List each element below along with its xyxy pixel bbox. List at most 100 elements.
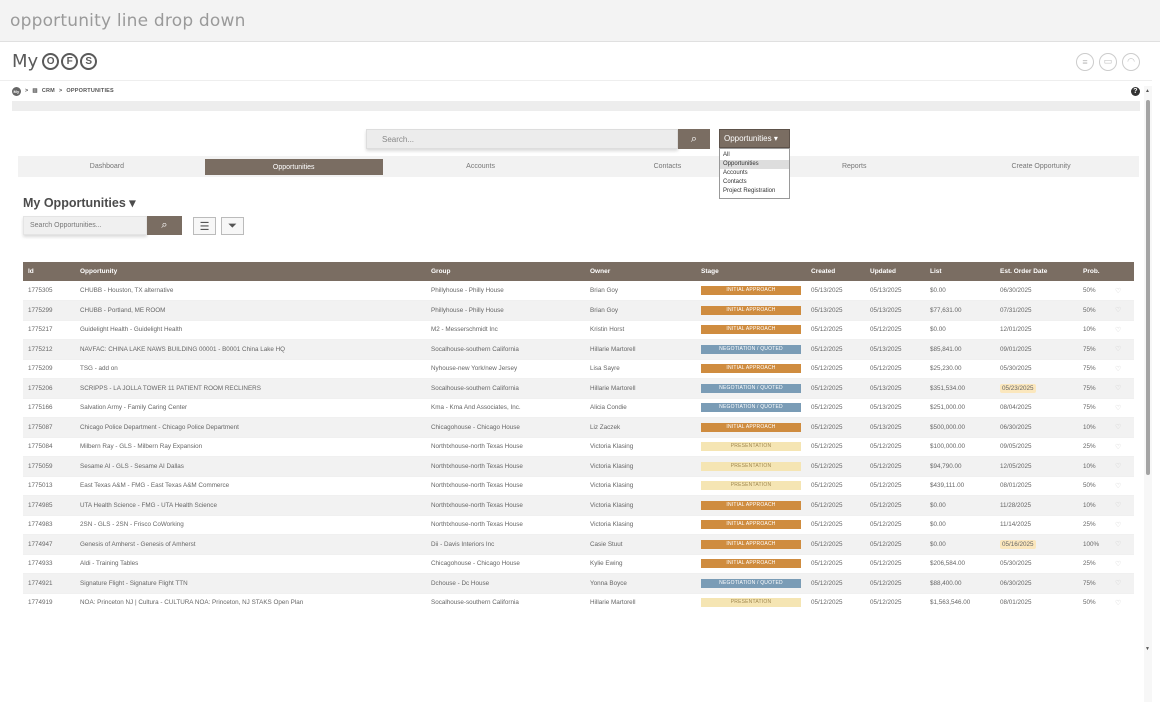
scope-option[interactable]: Project Registration bbox=[720, 187, 789, 196]
heart-icon[interactable]: ♡ bbox=[1115, 444, 1121, 451]
tab-dashboard[interactable]: Dashboard bbox=[18, 156, 196, 177]
heart-icon[interactable]: ♡ bbox=[1115, 580, 1121, 587]
heart-icon[interactable]: ♡ bbox=[1115, 346, 1121, 353]
table-row[interactable]: 1775206 SCRIPPS - LA JOLLA TOWER 11 PATIE… bbox=[23, 378, 1134, 399]
table-row[interactable]: 1775212 NAVFAC: CHINA LAKE NAWS BUILDING … bbox=[23, 339, 1134, 360]
cell-est-order-date: 06/30/2025 bbox=[995, 417, 1078, 438]
list-view-button[interactable]: ☰ bbox=[193, 217, 216, 235]
stage-badge: INITIAL APPROACH bbox=[701, 286, 801, 295]
tab-create-opportunity[interactable]: Create Opportunity bbox=[952, 156, 1130, 177]
col-opportunity[interactable]: Opportunity bbox=[75, 262, 426, 281]
heart-icon[interactable]: ♡ bbox=[1115, 522, 1121, 529]
filter-button[interactable]: ⏷ bbox=[221, 217, 244, 235]
col-prob[interactable]: Prob. bbox=[1078, 262, 1110, 281]
table-row[interactable]: 1774985 UTA Health Science - FMG - UTA He… bbox=[23, 495, 1134, 516]
heart-icon[interactable]: ♡ bbox=[1115, 600, 1121, 607]
cell-updated: 05/12/2025 bbox=[865, 495, 925, 516]
est-order-date: 09/05/2025 bbox=[1000, 443, 1032, 451]
myofs-logo[interactable]: My O F S bbox=[12, 51, 98, 72]
breadcrumb-crm[interactable]: CRM bbox=[42, 88, 55, 94]
cell-favorite: ♡ bbox=[1110, 359, 1134, 379]
heart-icon[interactable]: ♡ bbox=[1115, 483, 1121, 490]
scope-option[interactable]: Contacts bbox=[720, 178, 789, 187]
section-title-text: My Opportunities bbox=[23, 196, 126, 210]
chat-icon[interactable]: ▭ bbox=[1099, 52, 1117, 71]
help-icon[interactable]: ? bbox=[1131, 86, 1140, 96]
col-est-order-date[interactable]: Est. Order Date bbox=[995, 262, 1078, 281]
section-title[interactable]: My Opportunities ▾ bbox=[23, 195, 136, 210]
table-row[interactable]: 1774919 NOA: Princeton NJ | Cultura - CUL… bbox=[23, 593, 1134, 609]
tab-reports[interactable]: Reports bbox=[765, 156, 943, 177]
cell-created: 05/12/2025 bbox=[806, 593, 865, 609]
table-row[interactable]: 1775209 TSG - add on Nyhouse-new York/new … bbox=[23, 359, 1134, 379]
heart-icon[interactable]: ♡ bbox=[1115, 366, 1121, 373]
table-row[interactable]: 1775299 CHUBB - Portland, ME ROOM Phillyho… bbox=[23, 300, 1134, 321]
cell-owner: Alicia Condie bbox=[585, 398, 696, 418]
cell-opportunity: Genesis of Amherst - Genesis of Amherst bbox=[75, 534, 426, 555]
table-row[interactable]: 1775217 Guidelight Health - Guidelight He… bbox=[23, 320, 1134, 340]
heart-icon[interactable]: ♡ bbox=[1115, 424, 1121, 431]
heart-icon[interactable]: ♡ bbox=[1115, 561, 1121, 568]
est-order-date: 05/30/2025 bbox=[1000, 560, 1032, 568]
cell-group: M2 - Messerschmidt Inc bbox=[426, 320, 585, 340]
heart-icon[interactable]: ♡ bbox=[1115, 288, 1121, 295]
cell-group: Socalhouse-southern California bbox=[426, 378, 585, 399]
table-row[interactable]: 1774933 Aldi - Training Tables Chicagohous… bbox=[23, 554, 1134, 574]
table-row[interactable]: 1775305 CHUBB - Houston, TX alternative Ph… bbox=[23, 281, 1134, 301]
heart-icon[interactable]: ♡ bbox=[1115, 502, 1121, 509]
scrollbar-thumb[interactable] bbox=[1146, 100, 1150, 475]
table-row[interactable]: 1774947 Genesis of Amherst - Genesis of A… bbox=[23, 534, 1134, 555]
search-scope-select[interactable]: Opportunities ▾ bbox=[719, 129, 790, 148]
scroll-up-icon[interactable]: ▲ bbox=[1145, 88, 1150, 94]
est-order-date: 12/01/2025 bbox=[1000, 326, 1032, 334]
cell-updated: 05/13/2025 bbox=[865, 300, 925, 321]
cell-created: 05/12/2025 bbox=[806, 573, 865, 594]
cell-stage: INITIAL APPROACH bbox=[696, 495, 806, 516]
heart-icon[interactable]: ♡ bbox=[1115, 405, 1121, 412]
cell-created: 05/12/2025 bbox=[806, 378, 865, 399]
user-icon[interactable]: ◠ bbox=[1122, 52, 1140, 71]
table-row[interactable]: 1774921 Signature Flight - Signature Flig… bbox=[23, 573, 1134, 594]
col-owner[interactable]: Owner bbox=[585, 262, 696, 281]
logo-letter-f: F bbox=[61, 53, 79, 70]
table-row[interactable]: 1775087 Chicago Police Department - Chica… bbox=[23, 417, 1134, 438]
search-button[interactable]: ⌕ bbox=[678, 129, 710, 149]
tab-opportunities[interactable]: Opportunities bbox=[204, 159, 383, 175]
heart-icon[interactable]: ♡ bbox=[1115, 327, 1121, 334]
cell-est-order-date: 05/30/2025 bbox=[995, 359, 1078, 379]
home-badge-icon[interactable]: My bbox=[12, 86, 21, 96]
table-row[interactable]: 1775059 Sesame AI - GLS - Sesame AI Dalla… bbox=[23, 456, 1134, 477]
stage-badge: INITIAL APPROACH bbox=[701, 422, 801, 432]
heart-icon[interactable]: ♡ bbox=[1115, 463, 1121, 470]
col-created[interactable]: Created bbox=[806, 262, 865, 281]
tab-accounts[interactable]: Accounts bbox=[392, 156, 570, 177]
col-group[interactable]: Group bbox=[426, 262, 585, 281]
cell-stage: PRESENTATION bbox=[696, 476, 806, 496]
est-order-date: 06/30/2025 bbox=[1000, 423, 1032, 431]
table-row[interactable]: 1774983 2SN - GLS - 2SN - Frisco CoWorkin… bbox=[23, 515, 1134, 535]
heart-icon[interactable]: ♡ bbox=[1115, 307, 1121, 314]
cell-list: $0.00 bbox=[925, 515, 995, 535]
col-updated[interactable]: Updated bbox=[865, 262, 925, 281]
col-stage[interactable]: Stage bbox=[696, 262, 806, 281]
cell-owner: Kristin Horst bbox=[585, 320, 696, 340]
table-row[interactable]: 1775084 Milbern Ray - GLS - Milbern Ray E… bbox=[23, 437, 1134, 457]
heart-icon[interactable]: ♡ bbox=[1115, 541, 1121, 548]
scope-option[interactable]: Accounts bbox=[720, 169, 789, 178]
search-input[interactable]: Search... bbox=[366, 129, 678, 149]
scope-option[interactable]: All bbox=[720, 151, 789, 160]
heart-icon[interactable]: ♡ bbox=[1115, 385, 1121, 392]
scrollbar[interactable]: ▲ ▼ bbox=[1144, 86, 1152, 702]
cell-updated: 05/12/2025 bbox=[865, 456, 925, 477]
opportunity-search-input[interactable]: Search Opportunities... bbox=[23, 216, 147, 235]
cell-list: $251,000.00 bbox=[925, 398, 995, 418]
table-row[interactable]: 1775166 Salvation Army - Family Caring Ce… bbox=[23, 398, 1134, 418]
scope-option[interactable]: Opportunities bbox=[720, 160, 789, 169]
col-id[interactable]: Id bbox=[23, 262, 75, 281]
table-row[interactable]: 1775013 East Texas A&M - FMG - East Texas… bbox=[23, 476, 1134, 496]
scroll-down-icon[interactable]: ▼ bbox=[1145, 646, 1150, 652]
opportunity-search-button[interactable]: ⌕ bbox=[147, 216, 182, 235]
cell-favorite: ♡ bbox=[1110, 554, 1134, 574]
menu-icon[interactable]: ≡ bbox=[1076, 52, 1094, 71]
col-list[interactable]: List bbox=[925, 262, 995, 281]
